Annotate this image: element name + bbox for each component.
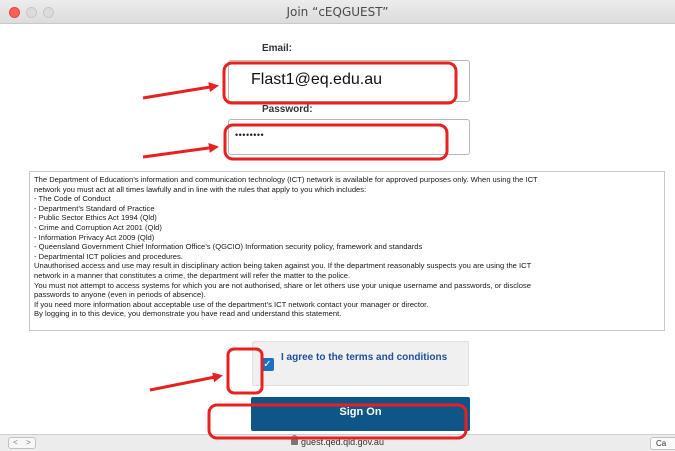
cancel-button[interactable]: Ca [650, 437, 675, 450]
terms-line: - Information Privacy Act 2009 (Qld) [34, 232, 155, 242]
terms-line: network you must act at all times lawful… [34, 184, 367, 194]
checkmark-icon: ✓ [263, 359, 272, 370]
terms-text-box[interactable]: The Department of Education’s informatio… [29, 171, 665, 331]
url-text: guest.qed.qld.gov.au [301, 437, 384, 447]
agree-terms-label[interactable]: I agree to the terms and conditions [281, 352, 456, 364]
terms-line: If you need more information about accep… [34, 299, 429, 309]
agree-terms-panel: ✓ I agree to the terms and conditions [252, 341, 469, 386]
email-value: Flast1@eq.edu.au [251, 71, 382, 88]
terms-line: You must not attempt to access systems f… [34, 280, 531, 290]
email-label: Email: [262, 43, 293, 54]
login-page: Email: Flast1@eq.edu.au Password: ••••••… [0, 24, 675, 434]
terms-line: - Crime and Corruption Act 2001 (Qld) [34, 222, 162, 232]
window-titlebar: Join “cEQGUEST” [0, 0, 675, 24]
terms-line: The Department of Education’s informatio… [34, 175, 538, 184]
window-title: Join “cEQGUEST” [286, 5, 389, 19]
agree-checkbox[interactable]: ✓ [261, 358, 274, 371]
password-label: Password: [262, 104, 313, 115]
sign-on-button[interactable]: Sign On [251, 397, 470, 431]
terms-line: Unauthorised access and use may result i… [34, 261, 532, 271]
terms-line: - Department’s Standard of Practice [34, 203, 155, 213]
lock-icon [291, 435, 299, 445]
terms-line: network in a manner that constitutes a c… [34, 270, 351, 280]
password-value: •••••••• [235, 130, 265, 140]
terms-line: - The Code of Conduct [34, 194, 111, 204]
terms-line: - Queensland Government Chief Informatio… [34, 242, 423, 252]
email-field[interactable]: Flast1@eq.edu.au [228, 60, 470, 102]
browser-bottom-bar: < > guest.qed.qld.gov.au Ca [0, 434, 675, 451]
address-display: guest.qed.qld.gov.au [0, 435, 675, 447]
terms-line: By logging in to this device, you demons… [34, 309, 342, 319]
terms-line: - Public Sector Ethics Act 1994 (Qld) [34, 213, 157, 223]
terms-line: passwords to anyone (even in periods of … [34, 290, 206, 300]
password-field[interactable]: •••••••• [228, 119, 470, 155]
terms-line: - Departmental ICT policies and procedur… [34, 251, 183, 261]
